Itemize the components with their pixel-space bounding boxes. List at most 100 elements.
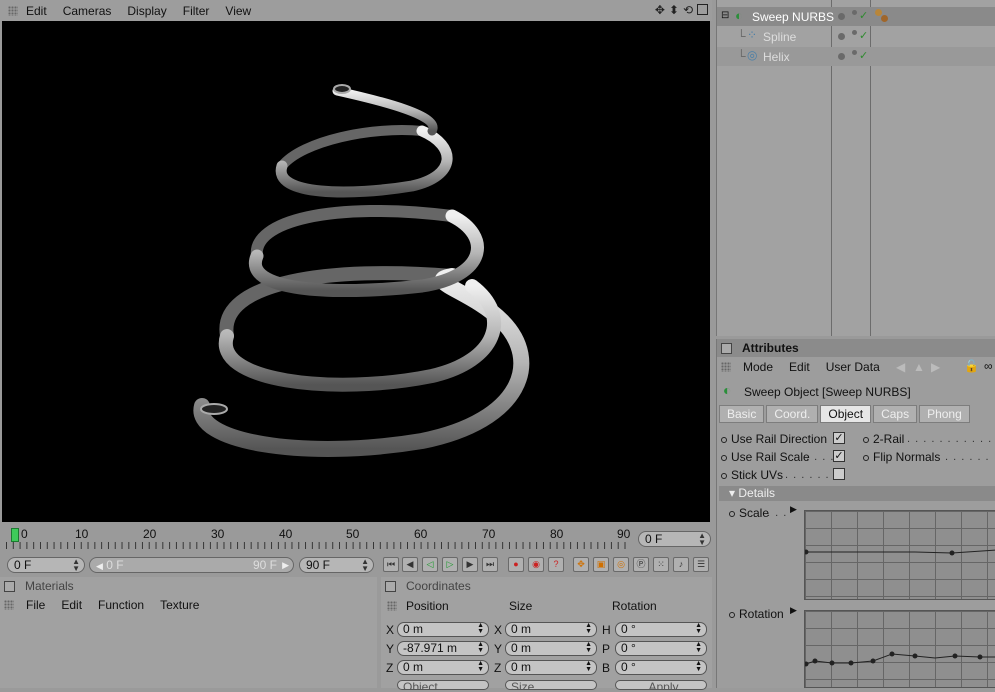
tag-material-icon[interactable] xyxy=(875,9,882,16)
position-x-field[interactable]: 0 m ▲ ▼ xyxy=(397,622,489,637)
render-dot[interactable] xyxy=(852,10,857,15)
up-arrow-icon[interactable]: ▲ xyxy=(913,360,925,374)
play-forward-icon[interactable]: ▷ xyxy=(442,557,458,572)
zoom-view-icon[interactable]: ⬍ xyxy=(669,3,679,17)
move-key-icon[interactable]: ✥ xyxy=(573,557,589,572)
timeline-ruler[interactable]: 0 10 20 30 40 50 60 70 80 90 xyxy=(6,527,631,552)
new-panel-icon[interactable]: ∞ xyxy=(984,359,993,373)
menu-display[interactable]: Display xyxy=(127,4,166,18)
tag-material-icon[interactable] xyxy=(881,15,888,22)
rotation-p-field[interactable]: 0 ° ▲ ▼ xyxy=(615,641,707,656)
range-right-arrow-icon[interactable]: ▶ xyxy=(282,558,289,572)
goto-end-icon[interactable]: ⏭ xyxy=(482,557,498,572)
range-left-arrow-icon[interactable]: ◀ xyxy=(96,561,103,571)
play-backward-icon[interactable]: ◁ xyxy=(422,557,438,572)
size-x-field[interactable]: 0 m ▲ ▼ xyxy=(505,622,597,637)
rotate-key-icon[interactable]: ◎ xyxy=(613,557,629,572)
apply-button[interactable]: Apply xyxy=(615,680,707,690)
start-frame-field[interactable]: 0 F ▲ ▼ xyxy=(7,557,85,573)
tab-basic[interactable]: Basic xyxy=(719,405,765,423)
lock-icon[interactable]: 🔓 xyxy=(964,359,979,373)
stepper-icon[interactable]: ▲ ▼ xyxy=(585,660,592,673)
enabled-check-icon[interactable]: ✓ xyxy=(859,49,868,62)
menu-function[interactable]: Function xyxy=(98,598,144,612)
stepper-icon[interactable]: ▲ ▼ xyxy=(585,622,592,635)
menu-edit[interactable]: Edit xyxy=(789,360,810,374)
checkbox-stick-uvs[interactable] xyxy=(833,468,845,480)
stepper-icon[interactable]: ▲ ▼ xyxy=(698,532,706,547)
stepper-icon[interactable]: ▲ ▼ xyxy=(695,641,702,654)
stepper-icon[interactable]: ▲ ▼ xyxy=(477,641,484,654)
scale-key-icon[interactable]: ▣ xyxy=(593,557,609,572)
stepper-icon[interactable]: ▲ ▼ xyxy=(695,622,702,635)
frame-range-slider[interactable]: ◀ 0 F 90 F ▶ xyxy=(89,557,294,573)
size-y-field[interactable]: 0 m ▲ ▼ xyxy=(505,641,597,656)
render-dot[interactable] xyxy=(852,30,857,35)
end-frame-field[interactable]: 90 F ▲ ▼ xyxy=(299,557,374,573)
menu-file[interactable]: File xyxy=(26,598,45,612)
back-arrow-icon[interactable]: ◀ xyxy=(896,360,905,374)
menu-edit[interactable]: Edit xyxy=(61,598,82,612)
menu-filter[interactable]: Filter xyxy=(183,4,210,18)
size-mode-select[interactable]: Size xyxy=(505,680,597,690)
size-z-field[interactable]: 0 m ▲ ▼ xyxy=(505,660,597,675)
move-view-icon[interactable]: ✥ xyxy=(655,3,665,17)
menu-texture[interactable]: Texture xyxy=(160,598,199,612)
tab-object[interactable]: Object xyxy=(820,405,872,423)
rotation-b-field[interactable]: 0 ° ▲ ▼ xyxy=(615,660,707,675)
rotation-spline-graph[interactable] xyxy=(803,610,995,688)
grip-icon[interactable] xyxy=(721,362,731,372)
stepper-icon[interactable]: ▲ ▼ xyxy=(695,660,702,673)
stepper-icon[interactable]: ▲ ▼ xyxy=(72,558,80,573)
render-dot[interactable] xyxy=(852,50,857,55)
details-section-header[interactable]: ▾ Details xyxy=(719,486,995,501)
stepper-icon[interactable]: ▲ ▼ xyxy=(477,660,484,673)
stepper-icon[interactable]: ▲ ▼ xyxy=(477,622,484,635)
tab-coord[interactable]: Coord. xyxy=(766,405,819,423)
keyframe-selection-icon[interactable]: ? xyxy=(548,557,564,572)
tab-phong[interactable]: Phong xyxy=(919,405,970,423)
record-icon[interactable]: ● xyxy=(508,557,524,572)
enabled-check-icon[interactable]: ✓ xyxy=(859,29,868,42)
menu-cameras[interactable]: Cameras xyxy=(63,4,112,18)
rotate-view-icon[interactable]: ⟲ xyxy=(683,3,693,17)
goto-start-icon[interactable]: ⏮ xyxy=(383,557,399,572)
position-z-field[interactable]: 0 m ▲ ▼ xyxy=(397,660,489,675)
autokey-icon[interactable]: ◉ xyxy=(528,557,544,572)
stepper-icon[interactable]: ▲ ▼ xyxy=(361,558,369,573)
stepper-icon[interactable]: ▲ ▼ xyxy=(585,641,592,654)
menu-view[interactable]: View xyxy=(225,4,251,18)
current-frame-field[interactable]: 0 F ▲ ▼ xyxy=(638,531,711,547)
menu-edit[interactable]: Edit xyxy=(26,4,47,18)
object-row-helix[interactable]: └ ◎ Helix ✓ xyxy=(717,47,995,66)
scale-spline-graph[interactable] xyxy=(803,510,995,600)
grip-icon[interactable] xyxy=(4,600,14,610)
visibility-dot[interactable] xyxy=(838,33,845,40)
parameter-key-icon[interactable]: Ⓟ xyxy=(633,557,649,572)
checkbox-use-rail-direction[interactable]: ✓ xyxy=(833,432,845,444)
menu-mode[interactable]: Mode xyxy=(743,360,773,374)
triangle-right-icon[interactable]: ▶ xyxy=(790,504,797,515)
object-row-sweep-nurbs[interactable]: ⊟ ◐ Sweep NURBS ✓ xyxy=(717,7,995,26)
menu-user-data[interactable]: User Data xyxy=(826,360,880,374)
forward-arrow-icon[interactable]: ▶ xyxy=(931,360,940,374)
playhead-marker[interactable] xyxy=(11,528,19,542)
object-name[interactable]: Helix xyxy=(763,50,790,64)
visibility-dot[interactable] xyxy=(838,53,845,60)
triangle-right-icon[interactable]: ▶ xyxy=(790,605,797,616)
checkbox-use-rail-scale[interactable]: ✓ xyxy=(833,450,845,462)
object-name[interactable]: Spline xyxy=(763,30,796,44)
position-y-field[interactable]: -87.971 m ▲ ▼ xyxy=(397,641,489,656)
object-name[interactable]: Sweep NURBS xyxy=(752,10,834,24)
grip-icon[interactable] xyxy=(8,5,18,16)
tab-caps[interactable]: Caps xyxy=(873,405,918,423)
visibility-dot[interactable] xyxy=(838,13,845,20)
grip-icon[interactable] xyxy=(387,601,397,611)
next-frame-icon[interactable]: ▶ xyxy=(462,557,478,572)
sound-icon[interactable]: ♪ xyxy=(673,557,689,572)
maximize-view-icon[interactable] xyxy=(697,4,708,15)
enabled-check-icon[interactable]: ✓ xyxy=(859,9,868,22)
3d-viewport[interactable] xyxy=(2,21,710,522)
timeline-options-icon[interactable]: ☰ xyxy=(693,557,709,572)
prev-frame-icon[interactable]: ◀ xyxy=(402,557,418,572)
